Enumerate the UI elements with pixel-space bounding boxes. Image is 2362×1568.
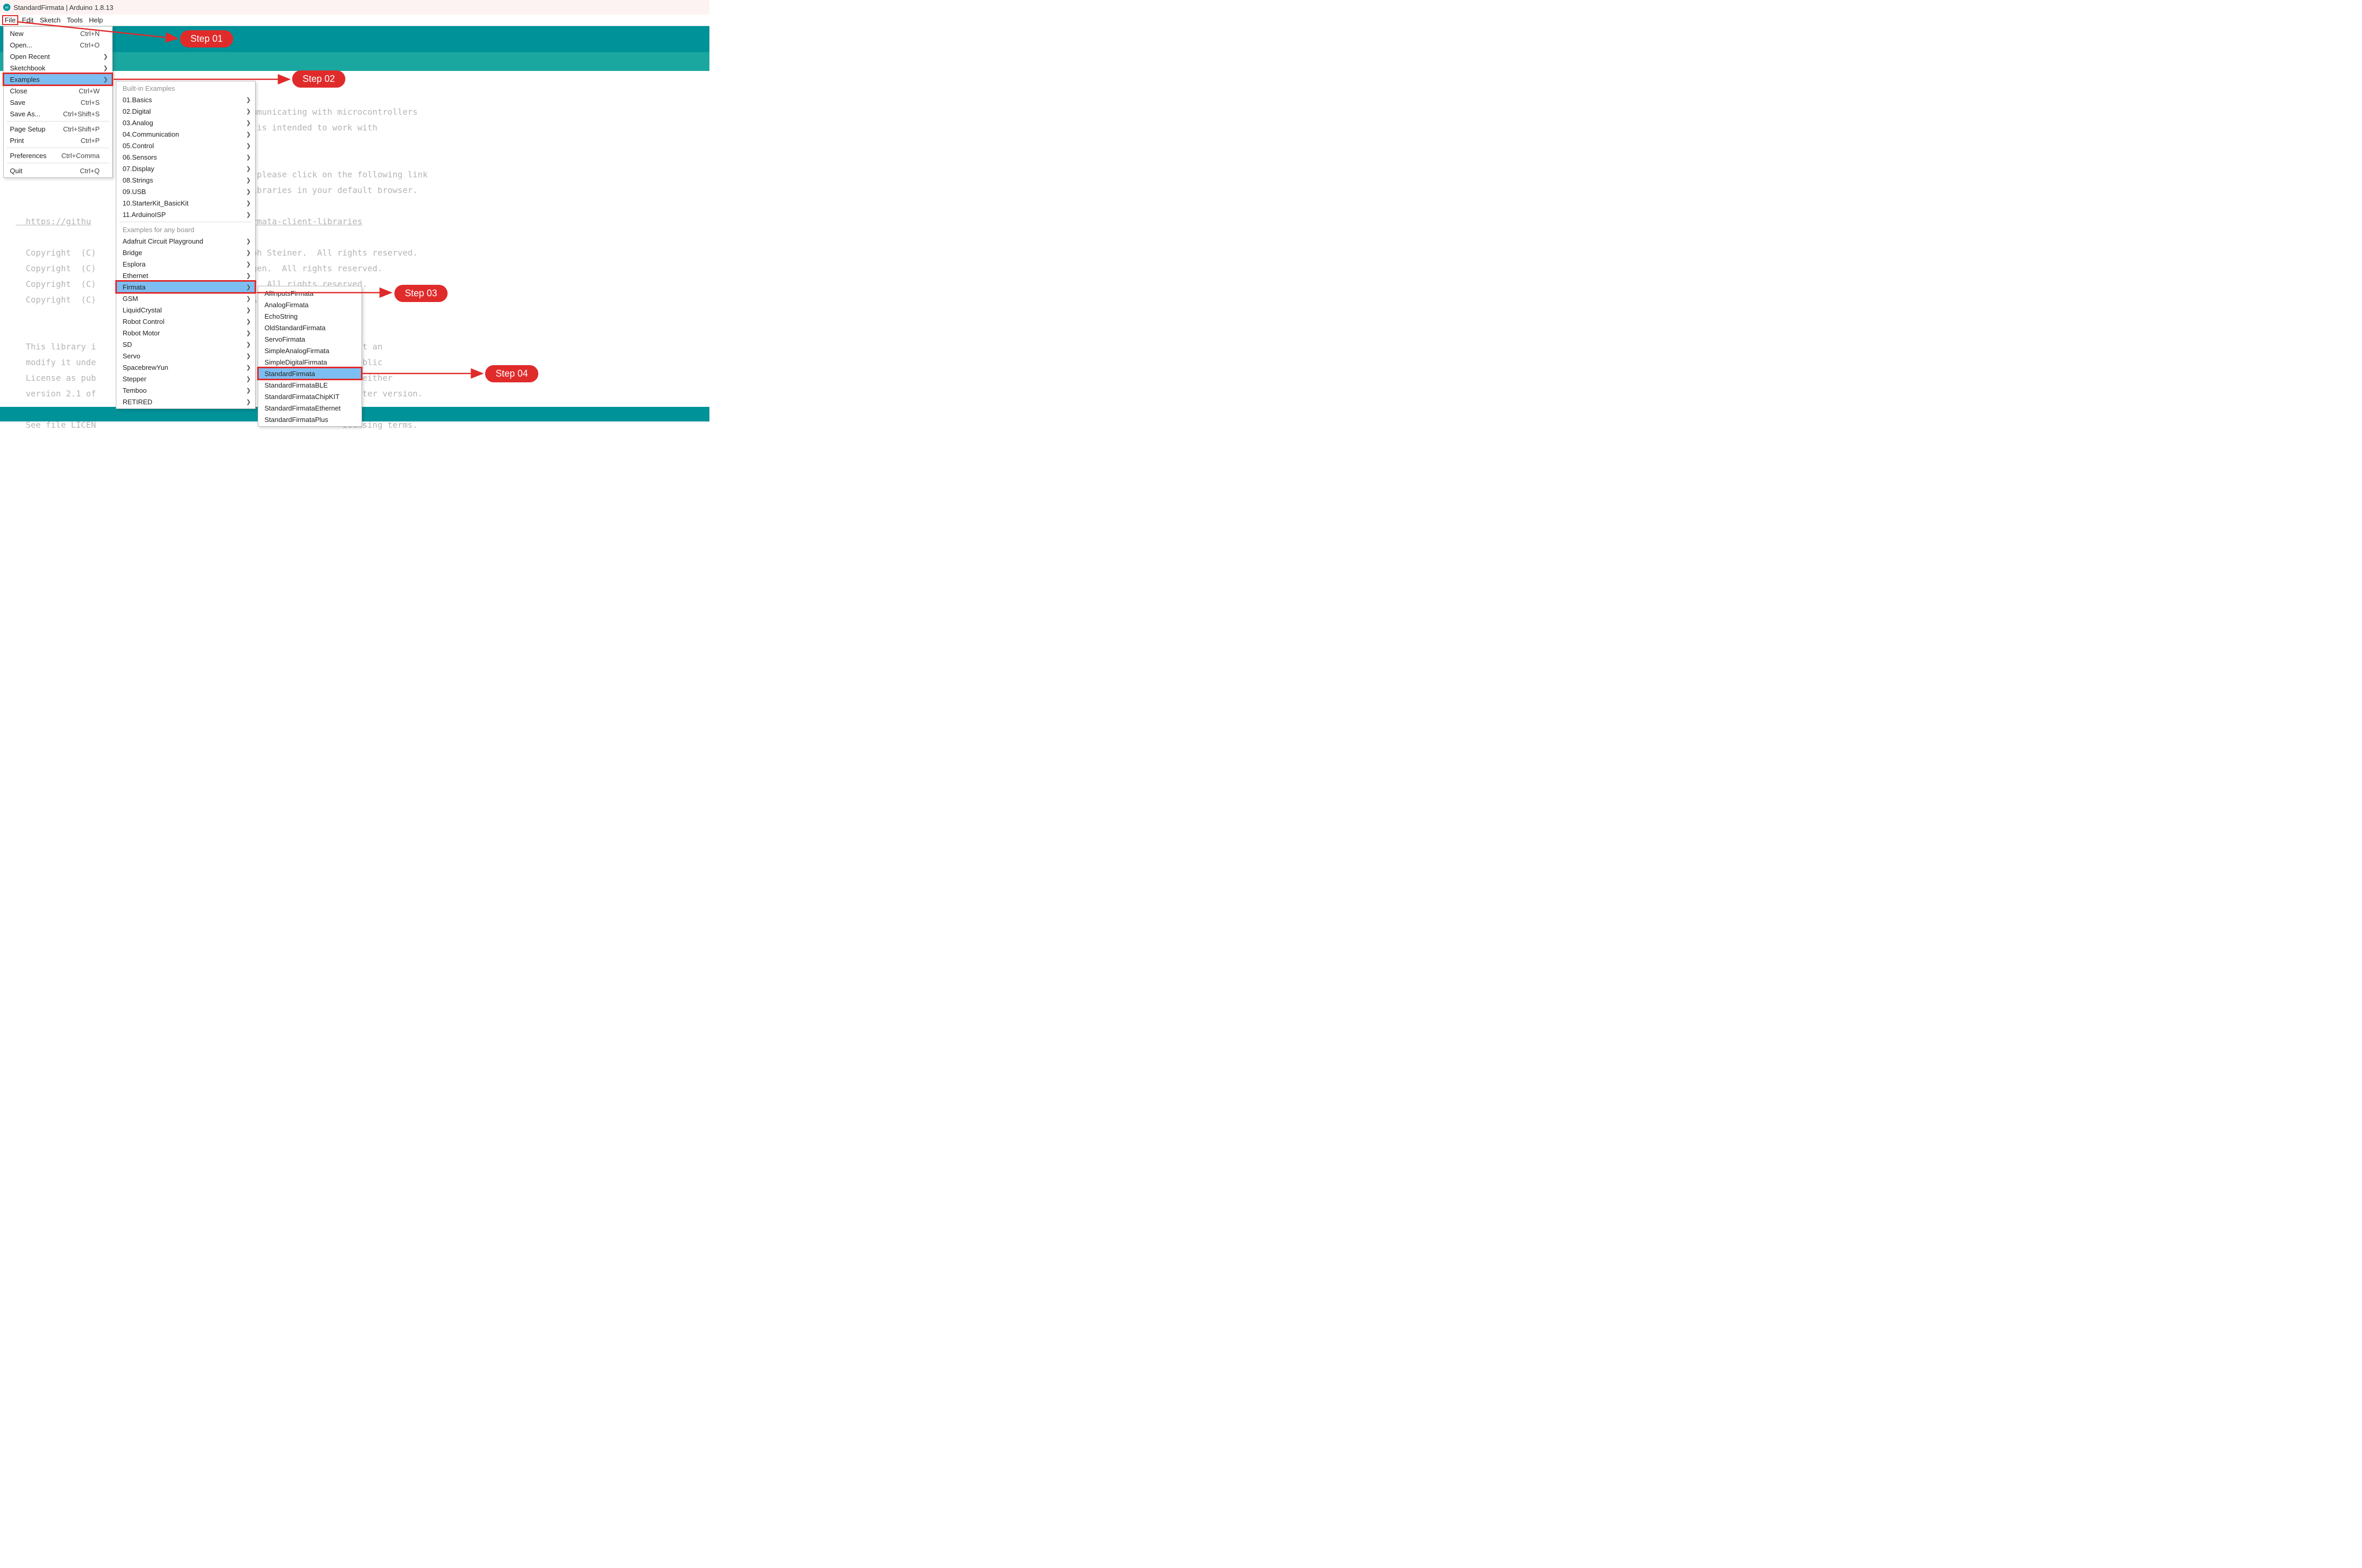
file-menu: NewCtrl+NOpen...Ctrl+OOpen Recent❯Sketch… [3,26,113,178]
examples-item[interactable]: SD❯ [116,339,255,350]
firmata-item[interactable]: ServoFirmata [258,333,361,345]
examples-item[interactable]: Robot Motor❯ [116,327,255,339]
examples-item[interactable]: Firmata❯ [116,281,255,293]
firmata-item[interactable]: SimpleDigitalFirmata [258,356,361,368]
firmata-item[interactable]: EchoString [258,310,361,322]
firmata-item[interactable]: StandardFirmataChipKIT [258,391,361,402]
examples-item[interactable]: 02.Digital❯ [116,105,255,117]
file-menu-item[interactable]: Page SetupCtrl+Shift+P [4,123,112,135]
examples-item[interactable]: 03.Analog❯ [116,117,255,128]
firmata-item[interactable]: SimpleAnalogFirmata [258,345,361,356]
examples-item[interactable]: 08.Strings❯ [116,174,255,186]
examples-item[interactable]: 07.Display❯ [116,163,255,174]
menubar: File Edit Sketch Tools Help [0,15,709,26]
file-menu-item[interactable]: PrintCtrl+P [4,135,112,146]
firmata-item[interactable]: StandardFirmataEthernet [258,402,361,414]
examples-item[interactable]: Servo❯ [116,350,255,361]
window-title: StandardFirmata | Arduino 1.8.13 [14,4,113,11]
examples-item[interactable]: 01.Basics❯ [116,94,255,105]
examples-item[interactable]: Bridge❯ [116,247,255,258]
file-menu-item[interactable]: NewCtrl+N [4,28,112,39]
firmata-menu: AllInputsFirmataAnalogFirmataEchoStringO… [258,286,362,427]
file-menu-item[interactable]: SaveCtrl+S [4,97,112,108]
examples-item[interactable]: Adafruit Circuit Playground❯ [116,235,255,247]
file-menu-item[interactable]: Open Recent❯ [4,51,112,62]
examples-item[interactable]: RETIRED❯ [116,396,255,407]
examples-item[interactable]: 09.USB❯ [116,186,255,197]
examples-item[interactable]: Temboo❯ [116,384,255,396]
examples-item[interactable]: 10.StarterKit_BasicKit❯ [116,197,255,209]
examples-item[interactable]: Ethernet❯ [116,270,255,281]
file-menu-item[interactable]: Sketchbook❯ [4,62,112,74]
titlebar: ∞ StandardFirmata | Arduino 1.8.13 [0,0,709,15]
menu-edit[interactable]: Edit [19,16,36,25]
file-menu-item[interactable]: CloseCtrl+W [4,85,112,97]
firmata-item[interactable]: AllInputsFirmata [258,287,361,299]
menu-sketch[interactable]: Sketch [37,16,63,25]
examples-menu: Built-in Examples01.Basics❯02.Digital❯03… [116,81,256,409]
menu-help[interactable]: Help [86,16,105,25]
step-02-callout: Step 02 [292,70,345,88]
firmata-item[interactable]: AnalogFirmata [258,299,361,310]
firmata-item[interactable]: StandardFirmataBLE [258,379,361,391]
step-03-callout: Step 03 [394,285,448,302]
examples-item[interactable]: GSM❯ [116,293,255,304]
file-menu-item[interactable]: QuitCtrl+Q [4,165,112,176]
examples-header-builtin: Built-in Examples [116,82,255,94]
firmata-item[interactable]: OldStandardFirmata [258,322,361,333]
step-01-callout: Step 01 [180,30,233,47]
firmata-item[interactable]: StandardFirmata [258,368,361,379]
examples-item[interactable]: Robot Control❯ [116,316,255,327]
file-menu-item[interactable]: Open...Ctrl+O [4,39,112,51]
examples-item[interactable]: Stepper❯ [116,373,255,384]
file-menu-item[interactable]: Save As...Ctrl+Shift+S [4,108,112,119]
file-menu-item[interactable]: Examples❯ [4,74,112,85]
step-04-callout: Step 04 [485,365,538,382]
file-menu-item[interactable]: PreferencesCtrl+Comma [4,150,112,161]
examples-item[interactable]: SpacebrewYun❯ [116,361,255,373]
examples-item[interactable]: LiquidCrystal❯ [116,304,255,316]
firmata-item[interactable]: StandardFirmataPlus [258,414,361,425]
examples-header-board: Examples for any board [116,224,255,235]
examples-item[interactable]: Esplora❯ [116,258,255,270]
menu-tools[interactable]: Tools [64,16,85,25]
examples-item[interactable]: 05.Control❯ [116,140,255,151]
menu-file[interactable]: File [2,15,18,25]
arduino-icon: ∞ [3,4,10,11]
examples-item[interactable]: 11.ArduinoISP❯ [116,209,255,220]
examples-item[interactable]: 04.Communication❯ [116,128,255,140]
examples-item[interactable]: 06.Sensors❯ [116,151,255,163]
